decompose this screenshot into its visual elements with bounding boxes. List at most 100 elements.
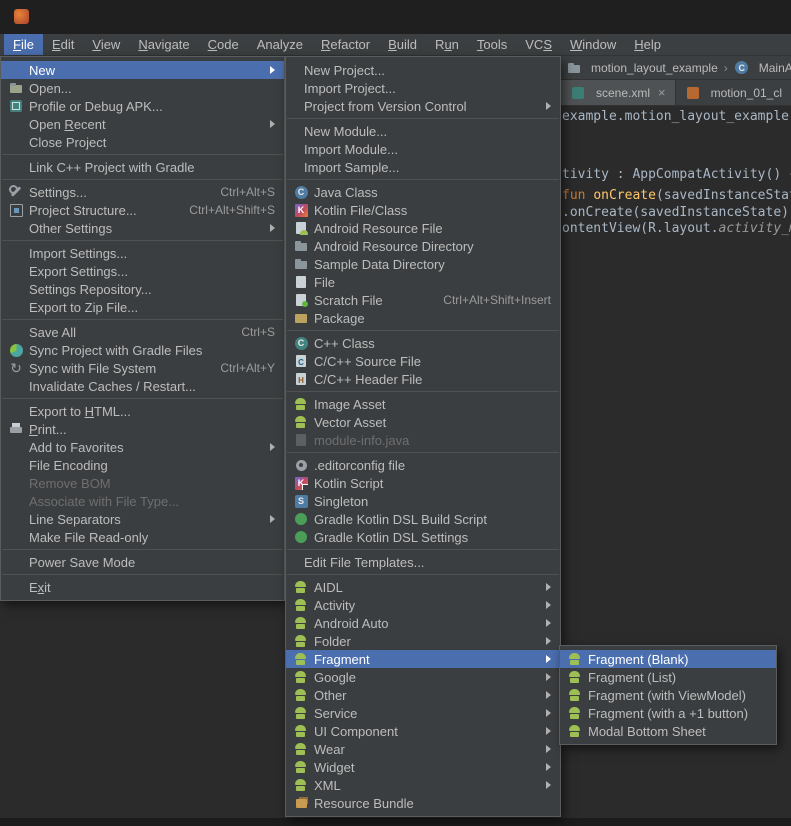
menu-item-sample-data-directory[interactable]: Sample Data Directory	[286, 255, 560, 273]
label: Tools	[477, 37, 507, 52]
menu-item-package[interactable]: Package	[286, 309, 560, 327]
menubar-item-vcs[interactable]: VCS	[516, 34, 561, 55]
editor-tab-scene-xml[interactable]: scene.xml×	[561, 80, 676, 105]
menu-item-c-class[interactable]: C++ Class	[286, 334, 560, 352]
menu-item-import-project[interactable]: Import Project...	[286, 79, 560, 97]
menu-item-fragment[interactable]: Fragment	[286, 650, 560, 668]
menu-item-close-project[interactable]: Close Project	[1, 133, 284, 151]
menu-item-file[interactable]: File	[286, 273, 560, 291]
menu-item-line-separators[interactable]: Line Separators	[1, 510, 284, 528]
menu-item-profile-or-debug-apk[interactable]: Profile or Debug APK...	[1, 97, 284, 115]
menu-item-settings-repository[interactable]: Settings Repository...	[1, 280, 284, 298]
label: Kotlin Script	[314, 476, 383, 491]
menu-item-link-c-project-with-gradle[interactable]: Link C++ Project with Gradle	[1, 158, 284, 176]
menu-item-exit[interactable]: Exit	[1, 578, 284, 596]
menubar-item-run[interactable]: Run	[426, 34, 468, 55]
menu-separator	[2, 574, 283, 575]
menu-item-ui-component[interactable]: UI Component	[286, 722, 560, 740]
menubar-item-refactor[interactable]: Refactor	[312, 34, 379, 55]
label: Edit	[52, 37, 74, 52]
menu-item-editorconfig-file[interactable]: .editorconfig file	[286, 456, 560, 474]
label: Activity	[314, 598, 355, 613]
menu-item-power-save-mode[interactable]: Power Save Mode	[1, 553, 284, 571]
menu-item-project-structure[interactable]: Project Structure...Ctrl+Alt+Shift+S	[1, 201, 284, 219]
menu-item-file-encoding[interactable]: File Encoding	[1, 456, 284, 474]
menu-item-vector-asset[interactable]: Vector Asset	[286, 413, 560, 431]
menu-item-google[interactable]: Google	[286, 668, 560, 686]
tab-close-icon[interactable]: ×	[658, 85, 666, 100]
menu-item-open[interactable]: Open...	[1, 79, 284, 97]
menu-item-edit-file-templates[interactable]: Edit File Templates...	[286, 553, 560, 571]
menu-item-import-sample[interactable]: Import Sample...	[286, 158, 560, 176]
menu-item-singleton[interactable]: Singleton	[286, 492, 560, 510]
menu-item-fragment-with-a-1-button[interactable]: Fragment (with a +1 button)	[560, 704, 776, 722]
menu-item-add-to-favorites[interactable]: Add to Favorites	[1, 438, 284, 456]
menubar-item-tools[interactable]: Tools	[468, 34, 516, 55]
menu-item-c-c-header-file[interactable]: C/C++ Header File	[286, 370, 560, 388]
menu-item-widget[interactable]: Widget	[286, 758, 560, 776]
menu-item-project-from-version-control[interactable]: Project from Version Control	[286, 97, 560, 115]
menu-item-print[interactable]: Print...	[1, 420, 284, 438]
menu-item-android-auto[interactable]: Android Auto	[286, 614, 560, 632]
menu-item-xml[interactable]: XML	[286, 776, 560, 794]
menubar-item-edit[interactable]: Edit	[43, 34, 83, 55]
menu-item-c-c-source-file[interactable]: C/C++ Source File	[286, 352, 560, 370]
menu-item-folder[interactable]: Folder	[286, 632, 560, 650]
menu-item-kotlin-file-class[interactable]: Kotlin File/Class	[286, 201, 560, 219]
menubar-item-code[interactable]: Code	[199, 34, 248, 55]
label: Profile or Debug APK...	[29, 99, 163, 114]
menu-item-image-asset[interactable]: Image Asset	[286, 395, 560, 413]
menu-item-open-recent[interactable]: Open Recent	[1, 115, 284, 133]
menu-item-sync-project-with-gradle-files[interactable]: Sync Project with Gradle Files	[1, 341, 284, 359]
menu-item-new[interactable]: New	[1, 61, 284, 79]
menu-item-fragment-with-viewmodel[interactable]: Fragment (with ViewModel)	[560, 686, 776, 704]
menubar-item-window[interactable]: Window	[561, 34, 625, 55]
menubar-item-navigate[interactable]: Navigate	[129, 34, 198, 55]
menubar-item-build[interactable]: Build	[379, 34, 426, 55]
menu-item-android-resource-file[interactable]: Android Resource File	[286, 219, 560, 237]
menu-item-fragment-blank[interactable]: Fragment (Blank)	[560, 650, 776, 668]
gradle-kts-icon	[293, 529, 309, 545]
menu-item-save-all[interactable]: Save AllCtrl+S	[1, 323, 284, 341]
menu-item-scratch-file[interactable]: Scratch FileCtrl+Alt+Shift+Insert	[286, 291, 560, 309]
menu-item-gradle-kotlin-dsl-settings[interactable]: Gradle Kotlin DSL Settings	[286, 528, 560, 546]
label: Settings...	[29, 185, 87, 200]
menu-item-new-module[interactable]: New Module...	[286, 122, 560, 140]
menubar-item-help[interactable]: Help	[625, 34, 670, 55]
menu-item-java-class[interactable]: Java Class	[286, 183, 560, 201]
menu-item-export-to-html[interactable]: Export to HTML...	[1, 402, 284, 420]
menu-item-android-resource-directory[interactable]: Android Resource Directory	[286, 237, 560, 255]
menu-item-gradle-kotlin-dsl-build-script[interactable]: Gradle Kotlin DSL Build Script	[286, 510, 560, 528]
editorconfig-icon	[293, 457, 309, 473]
folder-icon	[293, 256, 309, 272]
menu-item-export-settings[interactable]: Export Settings...	[1, 262, 284, 280]
label: File	[13, 37, 34, 52]
menu-item-import-settings[interactable]: Import Settings...	[1, 244, 284, 262]
menu-item-make-file-read-only[interactable]: Make File Read-only	[1, 528, 284, 546]
menu-item-fragment-list[interactable]: Fragment (List)	[560, 668, 776, 686]
menu-item-other[interactable]: Other	[286, 686, 560, 704]
menubar-item-analyze[interactable]: Analyze	[248, 34, 312, 55]
menu-item-other-settings[interactable]: Other Settings	[1, 219, 284, 237]
label: Open...	[29, 81, 72, 96]
menubar-item-view[interactable]: View	[83, 34, 129, 55]
menu-item-kotlin-script[interactable]: Kotlin Script	[286, 474, 560, 492]
menu-item-import-module[interactable]: Import Module...	[286, 140, 560, 158]
breadcrumb-project[interactable]: motion_layout_example	[591, 61, 718, 75]
menu-item-export-to-zip-file[interactable]: Export to Zip File...	[1, 298, 284, 316]
menu-item-invalidate-caches-restart[interactable]: Invalidate Caches / Restart...	[1, 377, 284, 395]
no-icon	[8, 378, 24, 394]
cpp-source-icon	[293, 353, 309, 369]
menu-item-wear[interactable]: Wear	[286, 740, 560, 758]
menu-item-new-project[interactable]: New Project...	[286, 61, 560, 79]
menu-item-aidl[interactable]: AIDL	[286, 578, 560, 596]
menu-item-resource-bundle[interactable]: Resource Bundle	[286, 794, 560, 812]
menu-item-modal-bottom-sheet[interactable]: Modal Bottom Sheet	[560, 722, 776, 740]
editor-tab-motion-01-cl[interactable]: motion_01_cl	[676, 80, 791, 105]
breadcrumb-class[interactable]: MainAc	[759, 61, 791, 75]
menu-item-service[interactable]: Service	[286, 704, 560, 722]
menu-item-settings[interactable]: Settings...Ctrl+Alt+S	[1, 183, 284, 201]
menu-item-sync-with-file-system[interactable]: Sync with File SystemCtrl+Alt+Y	[1, 359, 284, 377]
menubar-item-file[interactable]: File	[4, 34, 43, 55]
menu-item-activity[interactable]: Activity	[286, 596, 560, 614]
